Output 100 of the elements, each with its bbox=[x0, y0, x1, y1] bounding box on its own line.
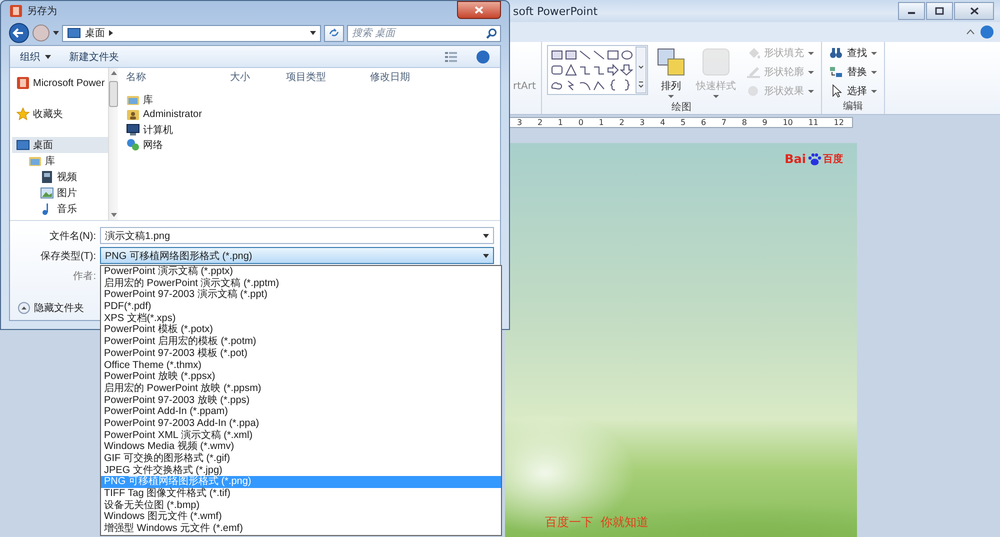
caret-icon bbox=[870, 90, 877, 92]
find-button[interactable]: 查找 bbox=[826, 45, 879, 61]
address-bar[interactable]: 桌面 bbox=[62, 24, 321, 42]
arrange-button[interactable]: 排列 bbox=[654, 45, 688, 100]
ruler-number: 11 bbox=[808, 118, 818, 127]
close-button[interactable] bbox=[457, 1, 501, 19]
file-type-option[interactable]: PowerPoint XML 演示文稿 (*.xml) bbox=[101, 430, 501, 442]
file-type-option[interactable]: Windows 图元文件 (*.wmf) bbox=[101, 511, 501, 524]
ruler-number: 2 bbox=[619, 118, 624, 127]
file-type-option[interactable]: PowerPoint Add-In (*.ppam) bbox=[101, 406, 501, 418]
pencil-icon bbox=[746, 65, 760, 79]
maximize-button[interactable] bbox=[926, 2, 953, 20]
file-item[interactable]: 网络 bbox=[126, 137, 500, 152]
file-item[interactable]: 计算机 bbox=[126, 122, 500, 137]
ruler-number: 10 bbox=[782, 118, 793, 127]
caret-icon bbox=[870, 52, 877, 54]
effects-icon bbox=[746, 84, 760, 98]
nav-item[interactable]: 图片 bbox=[12, 185, 108, 201]
select-button[interactable]: 选择 bbox=[826, 83, 879, 99]
logo-text: Bai bbox=[784, 152, 806, 166]
computer-icon bbox=[126, 122, 140, 136]
replace-button[interactable]: 替换 bbox=[826, 64, 879, 80]
nav-item[interactable]: Microsoft Power bbox=[12, 75, 108, 91]
file-type-option[interactable]: JPEG 文件交换格式 (*.jpg) bbox=[101, 464, 501, 476]
refresh-icon bbox=[328, 28, 340, 38]
ruler-number: 3 bbox=[640, 118, 645, 127]
file-type-option[interactable]: PowerPoint 97-2003 放映 (*.pps) bbox=[101, 394, 501, 406]
file-type-option[interactable]: 启用宏的 PowerPoint 放映 (*.ppsm) bbox=[101, 382, 501, 395]
file-type-option[interactable]: PowerPoint 启用宏的模板 (*.potm) bbox=[101, 336, 501, 348]
field-label: 保存类型(T): bbox=[39, 250, 97, 262]
star-icon bbox=[16, 107, 30, 121]
filename-field[interactable]: 演示文稿1.png bbox=[100, 227, 494, 244]
file-type-option[interactable]: 增强型 Windows 元文件 (*.emf) bbox=[101, 523, 501, 535]
scroll-up-icon[interactable] bbox=[110, 71, 116, 75]
close-icon bbox=[970, 7, 978, 15]
file-type-option[interactable]: PowerPoint 演示文稿 (*.pptx) bbox=[101, 266, 501, 278]
caret-icon bbox=[808, 90, 814, 92]
nav-item[interactable]: 桌面 bbox=[12, 137, 108, 153]
caret-icon bbox=[483, 234, 489, 238]
column-header[interactable]: 项目类型 bbox=[286, 70, 370, 84]
hide-folders-button[interactable]: 隐藏文件夹 bbox=[16, 300, 86, 316]
file-type-option[interactable]: XPS 文档(*.xps) bbox=[101, 312, 501, 324]
nav-item[interactable]: 视频 bbox=[12, 169, 108, 185]
file-type-option[interactable]: PowerPoint 97-2003 Add-In (*.ppa) bbox=[101, 418, 501, 430]
file-type-option[interactable]: PowerPoint 放映 (*.ppsx) bbox=[101, 371, 501, 383]
caret-icon bbox=[808, 70, 814, 74]
ribbon-group-label: 绘图 bbox=[670, 101, 692, 115]
field-label: 作者: bbox=[72, 270, 97, 282]
caret-icon bbox=[483, 254, 489, 258]
file-item[interactable]: 库 bbox=[126, 92, 500, 107]
ruler-number: 6 bbox=[700, 118, 706, 127]
maximize-icon bbox=[935, 7, 944, 15]
file-type-option[interactable]: PDF(*.pdf) bbox=[101, 301, 501, 313]
logo-text: 百度 bbox=[823, 152, 843, 166]
minimize-button[interactable] bbox=[898, 2, 925, 20]
file-type-option[interactable]: PowerPoint 模板 (*.potx) bbox=[101, 324, 501, 336]
column-header[interactable]: 大小 bbox=[230, 70, 286, 84]
file-item[interactable]: Administrator bbox=[126, 107, 500, 122]
scroll-down-icon[interactable] bbox=[110, 213, 116, 217]
file-type-option[interactable]: Office Theme (*.thmx) bbox=[101, 360, 501, 372]
ribbon-group-label: rtArt bbox=[513, 81, 536, 92]
network-icon bbox=[126, 138, 140, 152]
file-type-option[interactable]: 设备无关位图 (*.bmp) bbox=[101, 500, 501, 512]
scroll-thumb[interactable] bbox=[109, 81, 118, 107]
file-type-option[interactable]: PowerPoint 97-2003 模板 (*.pot) bbox=[101, 348, 501, 360]
file-type-option[interactable]: 启用宏的 PowerPoint 演示文稿 (*.pptm) bbox=[101, 278, 501, 290]
nav-item[interactable]: 库 bbox=[12, 153, 108, 169]
powerpoint-icon bbox=[16, 76, 30, 90]
file-type-option[interactable]: GIF 可交换的图形格式 (*.gif) bbox=[101, 453, 501, 465]
collapse-icon bbox=[18, 302, 30, 314]
toolbar-button[interactable]: 新建文件夹 bbox=[69, 50, 119, 64]
refresh-button[interactable] bbox=[324, 24, 344, 42]
ruler-number: 9 bbox=[762, 118, 768, 127]
replace-icon bbox=[828, 65, 843, 79]
column-header[interactable]: 修改日期 bbox=[370, 70, 474, 84]
desktop-icon bbox=[67, 26, 81, 40]
back-icon[interactable] bbox=[9, 23, 29, 43]
field-label: 文件名(N): bbox=[48, 230, 97, 242]
ruler-number: 4 bbox=[660, 118, 666, 127]
ribbon-group-label: 编辑 bbox=[842, 100, 864, 114]
close-button[interactable] bbox=[954, 2, 994, 20]
file-type-option[interactable]: PowerPoint 97-2003 演示文稿 (*.ppt) bbox=[101, 289, 501, 302]
search-field[interactable]: 搜索 桌面 bbox=[347, 24, 501, 42]
nav-item[interactable]: 收藏夹 bbox=[12, 106, 108, 122]
binoculars-icon bbox=[828, 46, 843, 60]
collapse-ribbon-icon[interactable] bbox=[966, 29, 975, 35]
help-icon[interactable] bbox=[476, 50, 490, 64]
column-header[interactable]: 名称 bbox=[126, 70, 230, 84]
file-type-option[interactable]: Windows Media 视频 (*.wmv) bbox=[101, 441, 501, 453]
ruler-number: 7 bbox=[721, 118, 726, 127]
nav-item[interactable]: 音乐 bbox=[12, 201, 108, 217]
window-title: soft PowerPoint bbox=[513, 4, 599, 18]
powerpoint-icon bbox=[9, 4, 23, 18]
file-type-option[interactable]: TIFF Tag 图像文件格式 (*.tif) bbox=[101, 488, 501, 500]
view-options-icon[interactable] bbox=[444, 50, 458, 62]
organize-menu[interactable]: 组织 bbox=[20, 50, 51, 64]
style-swatch-icon bbox=[700, 47, 731, 77]
file-type-dropdown[interactable]: PNG 可移植网络图形格式 (*.png) bbox=[100, 247, 494, 264]
caret-icon bbox=[310, 31, 316, 35]
help-icon[interactable] bbox=[980, 25, 994, 39]
